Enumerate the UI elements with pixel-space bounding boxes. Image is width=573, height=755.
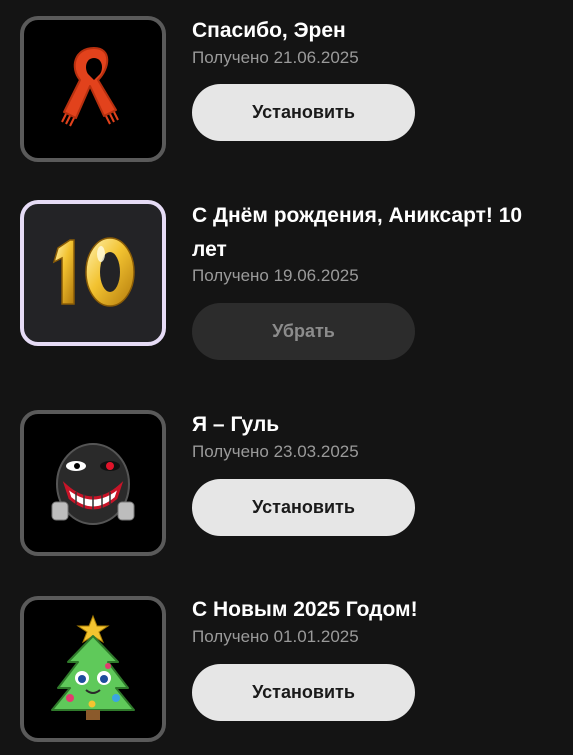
decoration-title: Спасибо, Эрен — [192, 19, 346, 42]
christmas-tree-icon — [51, 614, 135, 720]
golden-balloon-10-icon — [52, 237, 135, 307]
decoration-title: С Новым 2025 Годом! — [192, 598, 418, 621]
install-button[interactable]: Установить — [192, 664, 415, 721]
red-scarf-icon — [61, 47, 119, 127]
received-date: Получено 23.03.2025 — [192, 442, 359, 461]
decoration-thumbnail[interactable] — [20, 410, 166, 556]
decoration-title: С Днём рождения, Аниксарт! 10 лет — [192, 204, 523, 261]
received-date: Получено 21.06.2025 — [192, 48, 359, 67]
decoration-thumbnail[interactable] — [20, 596, 166, 742]
install-button[interactable]: Установить — [192, 84, 415, 141]
install-button[interactable]: Установить — [192, 479, 415, 536]
ghoul-mask-icon — [51, 443, 135, 525]
received-date: Получено 01.01.2025 — [192, 627, 359, 646]
received-date: Получено 19.06.2025 — [192, 266, 359, 285]
remove-button[interactable]: Убрать — [192, 303, 415, 360]
decoration-title: Я – Гуль — [192, 413, 280, 436]
decoration-thumbnail[interactable] — [20, 200, 166, 346]
decoration-thumbnail[interactable] — [20, 16, 166, 162]
